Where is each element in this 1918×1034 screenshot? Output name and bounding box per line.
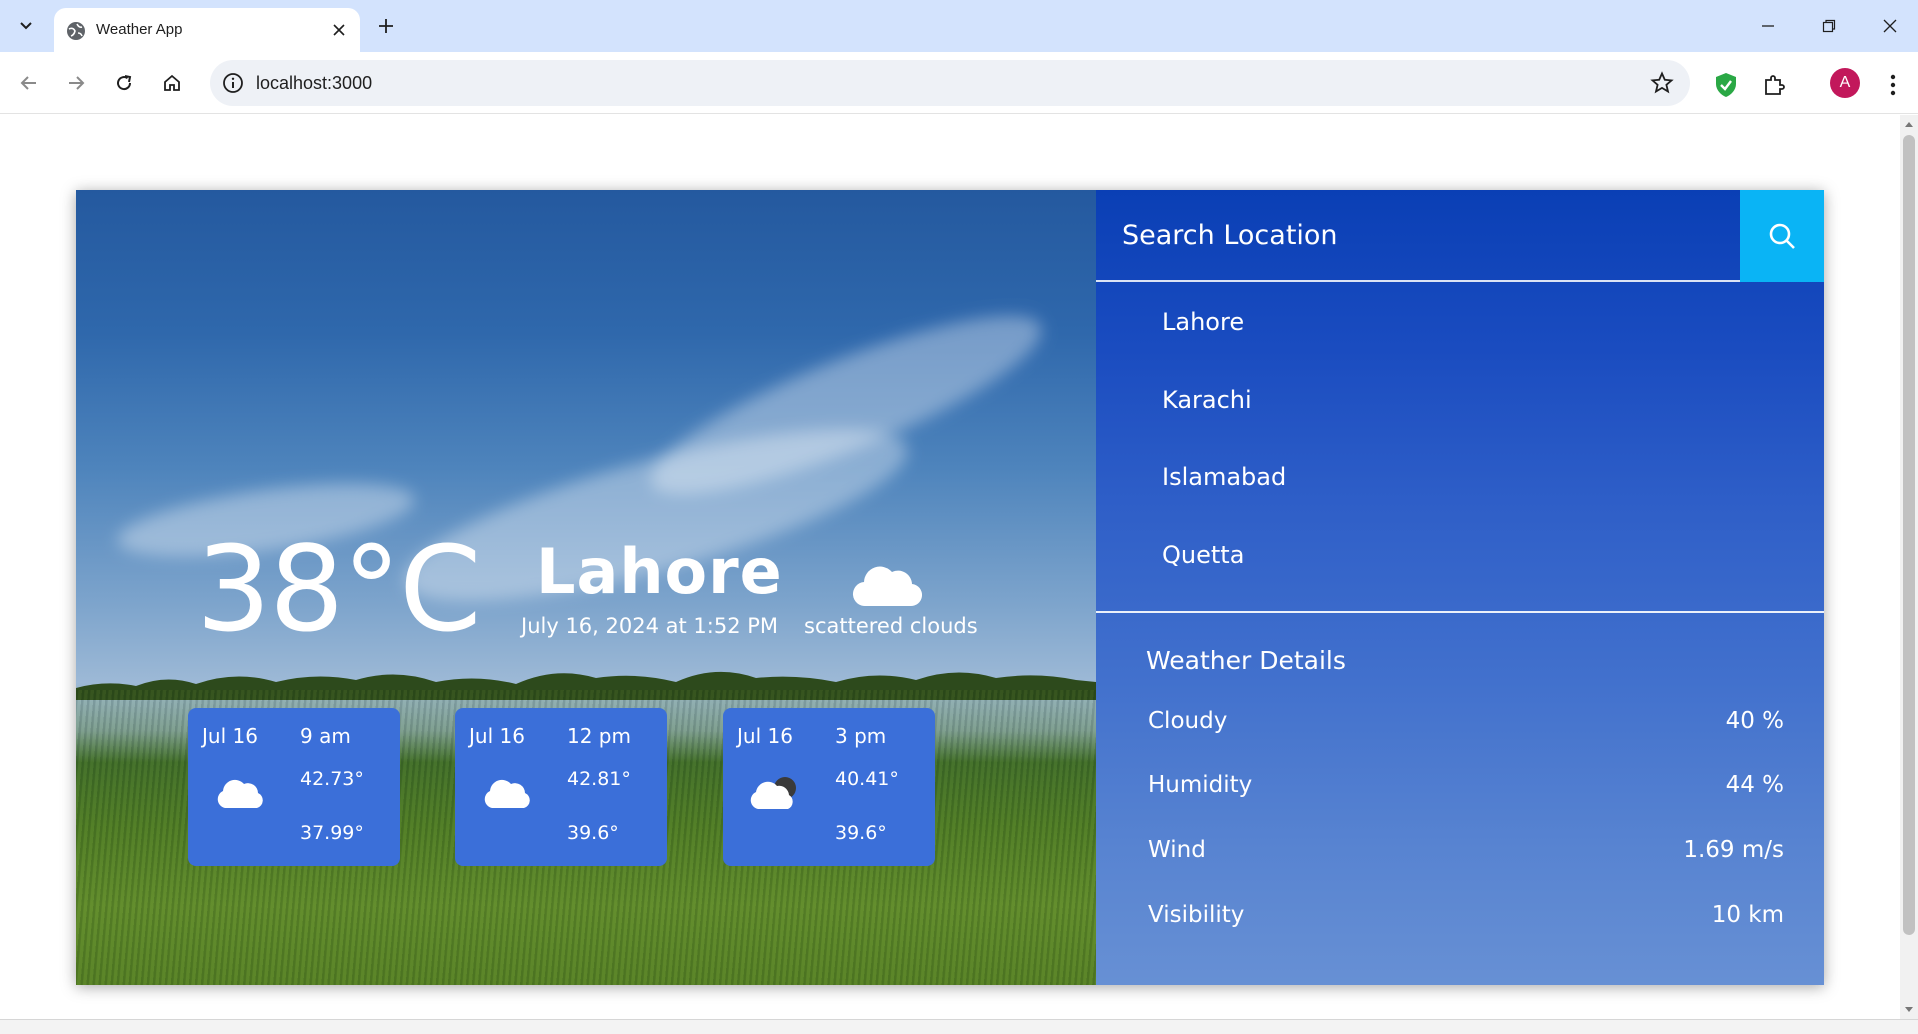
partly-cloudy-icon	[750, 777, 796, 809]
forecast-date: Jul 16	[737, 724, 793, 748]
minimize-icon	[1762, 25, 1774, 27]
detail-label-wind: Wind	[1148, 837, 1206, 863]
detail-value-humidity: 44 %	[1725, 772, 1784, 798]
cloud-icon	[217, 779, 263, 808]
back-button[interactable]	[12, 66, 46, 100]
detail-label-cloudy: Cloudy	[1148, 708, 1228, 734]
close-icon	[333, 24, 345, 36]
restore-icon	[1822, 19, 1836, 33]
current-city: Lahore	[536, 535, 783, 608]
sidebar-divider	[1096, 611, 1824, 613]
sidebar: Lahore Karachi Islamabad Quetta Weather …	[1096, 190, 1824, 985]
search-button[interactable]	[1740, 190, 1824, 282]
forecast-low: 39.6°	[567, 822, 619, 844]
extensions-button[interactable]	[1761, 72, 1787, 98]
forecast-card: Jul 16 12 pm 42.81° 39.6°	[455, 708, 667, 866]
globe-icon	[67, 22, 85, 40]
scroll-down-arrow-icon[interactable]	[1904, 1005, 1914, 1015]
restore-button[interactable]	[1806, 10, 1852, 42]
current-datetime: July 16, 2024 at 1:52 PM	[521, 614, 779, 638]
current-temperature: 38°C	[196, 520, 482, 658]
forecast-date: Jul 16	[469, 724, 525, 748]
browser-tab[interactable]: Weather App	[54, 8, 360, 52]
detail-value-cloudy: 40 %	[1725, 708, 1784, 734]
location-item-islamabad[interactable]: Islamabad	[1162, 463, 1286, 491]
location-item-quetta[interactable]: Quetta	[1162, 541, 1244, 569]
current-condition: scattered clouds	[804, 614, 978, 638]
address-bar[interactable]: localhost:3000	[210, 60, 1690, 106]
browser-toolbar: localhost:3000	[0, 52, 1918, 114]
cloud-icon	[853, 566, 922, 607]
detail-value-wind: 1.69 m/s	[1683, 837, 1784, 863]
forecast-high: 42.81°	[567, 768, 631, 790]
scrollbar-thumb[interactable]	[1903, 135, 1915, 935]
detail-label-humidity: Humidity	[1148, 772, 1253, 798]
more-vertical-icon	[1890, 74, 1896, 96]
home-button[interactable]	[155, 66, 189, 100]
page-scrollbar[interactable]	[1900, 115, 1918, 1019]
tab-close-button[interactable]	[328, 19, 350, 41]
close-icon	[1883, 19, 1897, 33]
chevron-down-icon	[20, 22, 32, 30]
arrow-right-icon	[69, 76, 85, 90]
forward-button[interactable]	[59, 66, 93, 100]
info-icon[interactable]	[222, 72, 244, 94]
reload-icon	[117, 75, 132, 91]
forecast-date: Jul 16	[202, 724, 258, 748]
location-item-lahore[interactable]: Lahore	[1162, 308, 1244, 336]
url-text: localhost:3000	[256, 73, 373, 93]
reload-button[interactable]	[107, 66, 141, 100]
puzzle-icon	[1765, 75, 1785, 95]
shield-icon	[1716, 73, 1736, 97]
hero-panel: 38°C Lahore July 16, 2024 at 1:52 PM sca…	[76, 190, 1096, 985]
profile-avatar[interactable]: A	[1830, 68, 1860, 98]
new-tab-button[interactable]	[372, 12, 400, 40]
home-icon	[164, 74, 180, 91]
location-item-karachi[interactable]: Karachi	[1162, 386, 1252, 414]
forecast-card: Jul 16 9 am 42.73° 37.99°	[188, 708, 400, 866]
search-icon	[1769, 223, 1795, 249]
detail-label-visibility: Visibility	[1148, 902, 1245, 928]
plus-icon	[379, 19, 393, 33]
close-window-button[interactable]	[1867, 10, 1913, 42]
weather-details-title: Weather Details	[1146, 646, 1346, 675]
star-icon[interactable]	[1650, 71, 1674, 95]
detail-value-visibility: 10 km	[1711, 902, 1784, 928]
tab-title: Weather App	[96, 21, 183, 38]
forecast-high: 42.73°	[300, 768, 364, 790]
minimize-button[interactable]	[1745, 10, 1791, 42]
tab-search-button[interactable]	[10, 10, 42, 42]
browser-tab-strip: Weather App	[0, 0, 1918, 52]
scroll-up-arrow-icon[interactable]	[1904, 119, 1914, 129]
browser-menu-button[interactable]	[1880, 72, 1906, 98]
weather-app: 38°C Lahore July 16, 2024 at 1:52 PM sca…	[76, 190, 1824, 985]
forecast-low: 39.6°	[835, 822, 887, 844]
forecast-time: 12 pm	[567, 724, 631, 748]
forecast-low: 37.99°	[300, 822, 364, 844]
forecast-card: Jul 16 3 pm 40.41° 39.6°	[723, 708, 935, 866]
cloud-icon	[484, 779, 530, 808]
search-location-input[interactable]	[1096, 190, 1740, 282]
taskbar-edge	[0, 1019, 1918, 1034]
arrow-left-icon	[20, 76, 36, 90]
shield-extension-button[interactable]	[1713, 72, 1739, 98]
forecast-time: 9 am	[300, 724, 351, 748]
forecast-time: 3 pm	[835, 724, 887, 748]
forecast-high: 40.41°	[835, 768, 899, 790]
